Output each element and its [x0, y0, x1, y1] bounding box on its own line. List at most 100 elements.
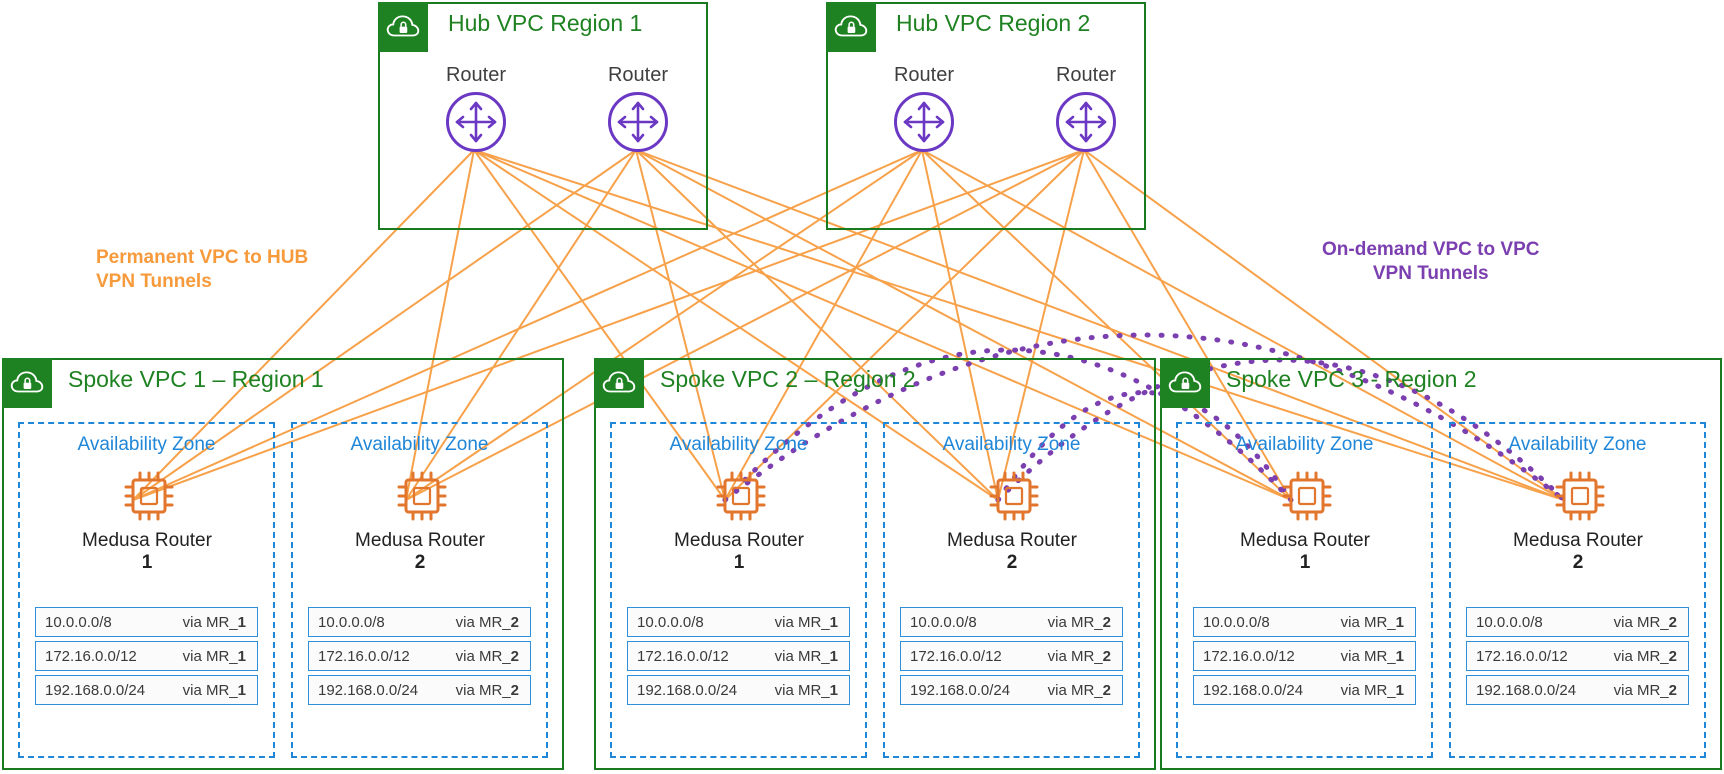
spoke-vpc-3-title: Spoke VPC 3 - Region 2: [1226, 366, 1477, 392]
router-icon: [446, 92, 506, 152]
table-row[interactable]: 10.0.0.0/8 via MR_1: [627, 607, 850, 637]
spoke-vpc-1-az-2[interactable]: Availability Zone Medusa Router 2 10.0.0…: [291, 422, 548, 758]
table-row[interactable]: 172.16.0.0/12 via MR_1: [627, 641, 850, 671]
router-icon: [1056, 92, 1116, 152]
table-row[interactable]: 10.0.0.0/8 via MR_1: [35, 607, 258, 637]
medusa-router-number: 2: [414, 551, 426, 573]
spoke-vpc-3-az-1[interactable]: Availability Zone Medusa Router 1 10.0.0…: [1176, 422, 1433, 758]
route-cidr: 172.16.0.0/12: [45, 647, 137, 665]
hub-vpc-1-router-1-label: Router: [445, 64, 507, 86]
table-row[interactable]: 172.16.0.0/12 via MR_2: [900, 641, 1123, 671]
route-via: via MR_1: [182, 681, 246, 699]
route-cidr: 192.168.0.0/24: [910, 681, 1011, 699]
table-row[interactable]: 172.16.0.0/12 via MR_2: [1466, 641, 1689, 671]
hub-vpc-1[interactable]: Hub VPC Region 1 Router Router: [378, 2, 708, 230]
route-via: via MR_1: [1340, 613, 1404, 631]
cloud-lock-icon: [1168, 371, 1202, 393]
hub-vpc-1-router-2[interactable]: Router: [608, 64, 668, 152]
spoke-vpc-1[interactable]: Spoke VPC 1 – Region 1 Availability Zone…: [2, 358, 564, 770]
table-row[interactable]: 192.168.0.0/24 via MR_2: [1466, 675, 1689, 705]
table-row[interactable]: 10.0.0.0/8 via MR_1: [1193, 607, 1416, 637]
spoke-vpc-3-icon-tab: [1160, 358, 1210, 408]
route-via: via MR_1: [774, 681, 838, 699]
route-cidr: 10.0.0.0/8: [318, 613, 385, 631]
route-cidr: 192.168.0.0/24: [637, 681, 738, 699]
spoke-vpc-2-az-2[interactable]: Availability Zone Medusa Router 2 10.0.0…: [883, 422, 1140, 758]
medusa-router-number: 1: [1299, 551, 1311, 573]
cloud-lock-icon: [834, 15, 868, 37]
route-via: via MR_1: [774, 647, 838, 665]
route-cidr: 10.0.0.0/8: [1476, 613, 1543, 631]
hub-vpc-2-title: Hub VPC Region 2: [896, 10, 1091, 36]
medusa-router-name: Medusa Router 2: [1468, 530, 1688, 574]
router-icon: [608, 92, 668, 152]
spoke-vpc-1-az-1[interactable]: Availability Zone Medusa Router 1 10.0.0…: [18, 422, 275, 758]
route-table: 10.0.0.0/8 via MR_2 172.16.0.0/12 via MR…: [885, 607, 1138, 709]
medusa-router-number: 1: [141, 551, 153, 573]
chip-icon: [987, 469, 1041, 523]
route-via: via MR_1: [1340, 681, 1404, 699]
hub-vpc-2-router-2[interactable]: Router: [1056, 64, 1116, 152]
table-row[interactable]: 172.16.0.0/12 via MR_1: [35, 641, 258, 671]
hub-vpc-2-router-1[interactable]: Router: [894, 64, 954, 152]
table-row[interactable]: 192.168.0.0/24 via MR_1: [627, 675, 850, 705]
table-row[interactable]: 192.168.0.0/24 via MR_2: [900, 675, 1123, 705]
table-row[interactable]: 192.168.0.0/24 via MR_2: [308, 675, 531, 705]
annotation-permanent-tunnels: Permanent VPC to HUB VPN Tunnels: [96, 247, 309, 292]
hub-vpc-1-router-2-label: Router: [607, 64, 669, 86]
route-cidr: 192.168.0.0/24: [318, 681, 419, 699]
spoke-vpc-3[interactable]: Spoke VPC 3 - Region 2 Availability Zone…: [1160, 358, 1722, 770]
medusa-router-name: Medusa Router 1: [629, 530, 849, 574]
route-cidr: 10.0.0.0/8: [637, 613, 704, 631]
route-via: via MR_1: [1340, 647, 1404, 665]
route-cidr: 10.0.0.0/8: [910, 613, 977, 631]
table-row[interactable]: 192.168.0.0/24 via MR_1: [1193, 675, 1416, 705]
route-via: via MR_2: [1613, 613, 1677, 631]
route-via: via MR_2: [1613, 681, 1677, 699]
az-title: Availability Zone: [1235, 434, 1374, 455]
table-row[interactable]: 10.0.0.0/8 via MR_2: [1466, 607, 1689, 637]
medusa-router-label: Medusa Router: [82, 530, 212, 551]
az-title: Availability Zone: [350, 434, 489, 455]
route-table: 10.0.0.0/8 via MR_1 172.16.0.0/12 via MR…: [1178, 607, 1431, 709]
table-row[interactable]: 172.16.0.0/12 via MR_2: [308, 641, 531, 671]
route-cidr: 172.16.0.0/12: [637, 647, 729, 665]
hub-vpc-2-router-1-label: Router: [893, 64, 955, 86]
route-cidr: 172.16.0.0/12: [910, 647, 1002, 665]
table-row[interactable]: 192.168.0.0/24 via MR_1: [35, 675, 258, 705]
hub-vpc-2[interactable]: Hub VPC Region 2 Router Router: [826, 2, 1146, 230]
medusa-router-name: Medusa Router 2: [902, 530, 1122, 574]
table-row[interactable]: 10.0.0.0/8 via MR_2: [308, 607, 531, 637]
route-via: via MR_1: [774, 613, 838, 631]
medusa-router-label: Medusa Router: [674, 530, 804, 551]
medusa-router-number: 2: [1572, 551, 1584, 573]
diagram-canvas: Hub VPC Region 1 Router Router Hub VPC R…: [0, 0, 1724, 774]
hub-vpc-1-router-1[interactable]: Router: [446, 64, 506, 152]
spoke-vpc-2-icon-tab: [594, 358, 644, 408]
chip-icon: [714, 469, 768, 523]
spoke-vpc-1-title: Spoke VPC 1 – Region 1: [68, 366, 324, 392]
cloud-lock-icon: [10, 371, 44, 393]
route-via: via MR_2: [1613, 647, 1677, 665]
hub-vpc-2-icon-tab: [826, 2, 876, 52]
table-row[interactable]: 10.0.0.0/8 via MR_2: [900, 607, 1123, 637]
spoke-vpc-2[interactable]: Spoke VPC 2 – Region 2 Availability Zone…: [594, 358, 1156, 770]
table-row[interactable]: 172.16.0.0/12 via MR_1: [1193, 641, 1416, 671]
route-via: via MR_2: [455, 613, 519, 631]
spoke-vpc-2-title: Spoke VPC 2 – Region 2: [660, 366, 916, 392]
medusa-router-label: Medusa Router: [947, 530, 1077, 551]
route-cidr: 192.168.0.0/24: [1203, 681, 1304, 699]
spoke-vpc-2-az-1[interactable]: Availability Zone Medusa Router 1 10.0.0…: [610, 422, 867, 758]
medusa-router-name: Medusa Router 2: [310, 530, 530, 574]
chip-icon: [122, 469, 176, 523]
az-title: Availability Zone: [77, 434, 216, 455]
annotation-on-demand-tunnels: On-demand VPC to VPC VPN Tunnels: [1322, 239, 1540, 284]
route-via: via MR_1: [182, 613, 246, 631]
spoke-vpc-3-az-2[interactable]: Availability Zone Medusa Router 2 10.0.0…: [1449, 422, 1706, 758]
az-title: Availability Zone: [942, 434, 1081, 455]
route-table: 10.0.0.0/8 via MR_1 172.16.0.0/12 via MR…: [612, 607, 865, 709]
route-table: 10.0.0.0/8 via MR_2 172.16.0.0/12 via MR…: [293, 607, 546, 709]
medusa-router-label: Medusa Router: [1513, 530, 1643, 551]
route-via: via MR_2: [455, 681, 519, 699]
route-table: 10.0.0.0/8 via MR_1 172.16.0.0/12 via MR…: [20, 607, 273, 709]
